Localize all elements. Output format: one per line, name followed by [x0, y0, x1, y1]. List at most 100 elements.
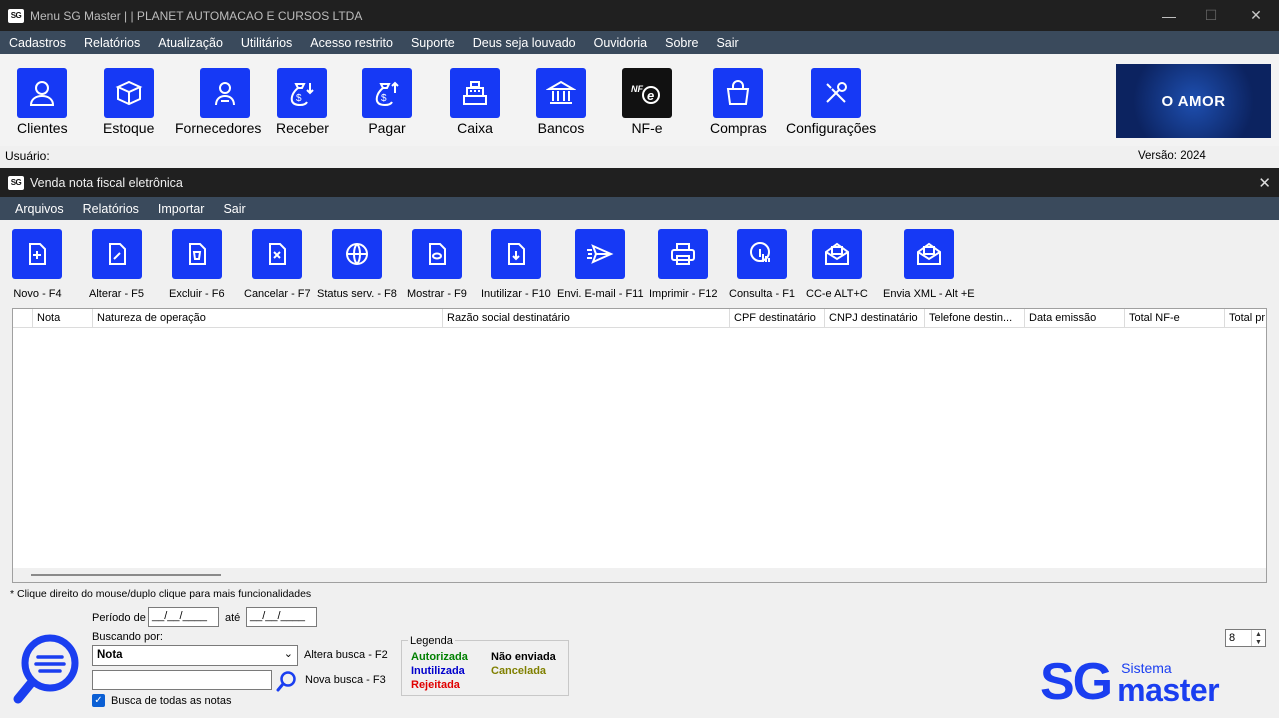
- bank-icon: [536, 68, 586, 118]
- main-menubar: Cadastros Relatórios Atualização Utilitá…: [0, 31, 1279, 54]
- legend-nao-enviada: Não enviada: [491, 651, 556, 663]
- printer-icon: [658, 229, 709, 279]
- child-close-button[interactable]: ✕: [1258, 174, 1271, 192]
- column-header-telefone[interactable]: Telefone destin...: [925, 309, 1025, 327]
- column-header-data-emissao[interactable]: Data emissão: [1025, 309, 1125, 327]
- send-mail-icon: [575, 229, 626, 279]
- search-magnifier-icon: [13, 634, 79, 704]
- view-document-icon: [411, 229, 462, 279]
- tools-icon: [811, 68, 862, 118]
- menu-arquivos[interactable]: Arquivos: [15, 202, 64, 216]
- menu-cadastros[interactable]: Cadastros: [9, 36, 66, 50]
- alter-search-label: Altera busca - F2: [304, 649, 388, 661]
- money-bag-up-icon: $: [362, 68, 412, 118]
- column-header-natureza[interactable]: Natureza de operação: [93, 309, 443, 327]
- child-app-logo-icon: SG: [8, 175, 24, 190]
- menu-sobre[interactable]: Sobre: [665, 36, 698, 50]
- alterar-button[interactable]: Alterar - F5: [89, 229, 144, 300]
- brand-master: master: [1117, 672, 1220, 708]
- search-icon[interactable]: [276, 670, 298, 692]
- clientes-button[interactable]: Clientes: [17, 68, 68, 136]
- fornecedores-button[interactable]: Fornecedores: [175, 68, 261, 136]
- spinner-up-icon[interactable]: ▲: [1255, 631, 1262, 638]
- menu-utilitarios[interactable]: Utilitários: [241, 36, 292, 50]
- close-button[interactable]: ✕: [1233, 0, 1279, 31]
- money-bag-down-icon: $: [277, 68, 328, 118]
- menu-relatorios-child[interactable]: Relatórios: [83, 202, 139, 216]
- excluir-button[interactable]: Excluir - F6: [169, 229, 225, 300]
- grid-horizontal-scrollbar[interactable]: [13, 568, 1266, 582]
- caixa-button[interactable]: Caixa: [450, 68, 500, 136]
- novo-button[interactable]: Novo - F4: [12, 229, 62, 300]
- column-header-total-produtos[interactable]: Total pr: [1225, 309, 1266, 327]
- until-label: até: [225, 612, 241, 624]
- font-size-spinner[interactable]: 8 ▲ ▼: [1225, 629, 1266, 647]
- spinner-buttons[interactable]: ▲ ▼: [1251, 630, 1265, 646]
- menu-importar[interactable]: Importar: [158, 202, 205, 216]
- shopping-bag-icon: [713, 68, 764, 118]
- inutilizar-button[interactable]: Inutilizar - F10: [481, 229, 551, 300]
- child-menubar: Arquivos Relatórios Importar Sair: [0, 197, 1279, 220]
- pagar-button[interactable]: $ Pagar: [362, 68, 412, 136]
- minimize-button[interactable]: —: [1146, 0, 1192, 31]
- cancelar-button[interactable]: Cancelar - F7: [244, 229, 311, 300]
- column-header-total-nfe[interactable]: Total NF-e: [1125, 309, 1225, 327]
- status-servico-button[interactable]: Status serv. - F8: [317, 229, 397, 300]
- all-notes-checkbox[interactable]: ✓: [92, 694, 105, 707]
- period-label: Período de: [92, 612, 146, 624]
- spinner-down-icon[interactable]: ▼: [1255, 639, 1262, 646]
- nfe-button[interactable]: NF e NF-e: [622, 68, 672, 136]
- imprimir-button[interactable]: Imprimir - F12: [649, 229, 717, 300]
- menu-sair-child[interactable]: Sair: [223, 202, 245, 216]
- menu-sair[interactable]: Sair: [716, 36, 738, 50]
- svg-text:e: e: [647, 88, 654, 103]
- banner-text: O AMOR: [1161, 92, 1226, 110]
- mail-xml-icon: [903, 229, 954, 279]
- column-header-razao-social[interactable]: Razão social destinatário: [443, 309, 730, 327]
- column-header-cnpj[interactable]: CNPJ destinatário: [825, 309, 925, 327]
- nfe-toolbar: Novo - F4 Alterar - F5 Excluir - F6 Canc…: [0, 220, 1279, 306]
- enviar-email-button[interactable]: Envi. E-mail - F11: [557, 229, 644, 300]
- receber-button[interactable]: $ Receber: [276, 68, 329, 136]
- date-to-input[interactable]: __/__/____: [246, 607, 317, 627]
- download-document-icon: [490, 229, 541, 279]
- grid-hint: * Clique direito do mouse/duplo clique p…: [10, 588, 312, 600]
- status-bar: Usuário: Versão: 2024: [0, 146, 1279, 168]
- date-from-input[interactable]: __/__/____: [148, 607, 219, 627]
- column-header-nota[interactable]: Nota: [33, 309, 93, 327]
- maximize-button[interactable]: ☐: [1188, 0, 1234, 31]
- bancos-button[interactable]: Bancos: [536, 68, 586, 136]
- search-input[interactable]: [92, 670, 272, 690]
- menu-suporte[interactable]: Suporte: [411, 36, 455, 50]
- cce-button[interactable]: CC-e ALT+C: [806, 229, 868, 300]
- sg-master-logo: SG Sistema master: [1040, 653, 1220, 711]
- brand-sg: SG: [1040, 653, 1113, 711]
- estoque-button[interactable]: Estoque: [103, 68, 154, 136]
- configuracoes-button[interactable]: Configurações: [786, 68, 876, 136]
- legend-autorizada: Autorizada: [411, 651, 468, 663]
- all-notes-label: Busca de todas as notas: [111, 695, 232, 707]
- column-header-cpf[interactable]: CPF destinatário: [730, 309, 825, 327]
- consulta-button[interactable]: Consulta - F1: [729, 229, 795, 300]
- legend-rejeitada: Rejeitada: [411, 679, 460, 691]
- version-label: Versão: 2024: [1138, 150, 1206, 162]
- menu-acesso-restrito[interactable]: Acesso restrito: [310, 36, 393, 50]
- menu-deus-seja-louvado[interactable]: Deus seja louvado: [473, 36, 576, 50]
- new-document-icon: [12, 229, 62, 279]
- box-icon: [103, 68, 154, 118]
- envia-xml-button[interactable]: Envia XML - Alt +E: [883, 229, 975, 300]
- svg-text:NF: NF: [631, 84, 643, 94]
- menu-atualizacao[interactable]: Atualização: [158, 36, 223, 50]
- svg-text:$: $: [296, 93, 302, 104]
- mostrar-button[interactable]: Mostrar - F9: [407, 229, 467, 300]
- globe-sync-icon: [331, 229, 382, 279]
- compras-button[interactable]: Compras: [710, 68, 767, 136]
- touch-query-icon: [737, 229, 788, 279]
- menu-relatorios[interactable]: Relatórios: [84, 36, 140, 50]
- nfe-grid[interactable]: Nota Natureza de operação Razão social d…: [12, 308, 1267, 583]
- menu-ouvidoria[interactable]: Ouvidoria: [594, 36, 648, 50]
- chevron-down-icon: ⌄: [283, 648, 293, 660]
- scrollbar-thumb[interactable]: [31, 574, 221, 576]
- search-by-select[interactable]: Nota ⌄: [92, 645, 298, 666]
- legend-inutilizada: Inutilizada: [411, 665, 465, 677]
